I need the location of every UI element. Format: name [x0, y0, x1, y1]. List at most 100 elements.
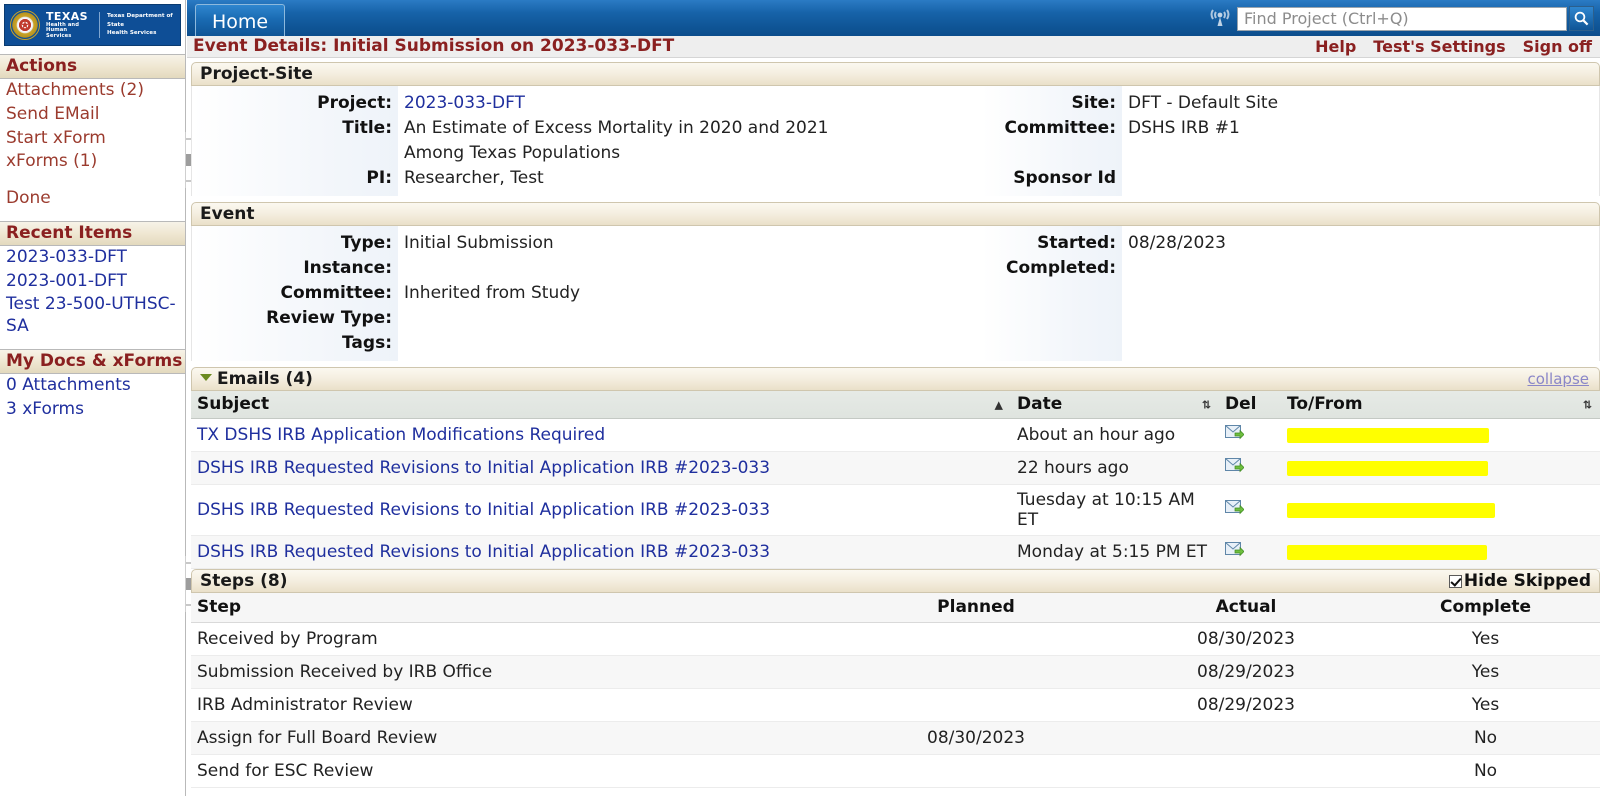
email-subject-link[interactable]: DSHS IRB Requested Revisions to Initial …	[197, 500, 770, 520]
sidebar-item-3-xforms[interactable]: 3 xForms	[0, 398, 185, 422]
emails-col-subject[interactable]: Subject ▲	[191, 391, 1011, 419]
email-subject-cell[interactable]: DSHS IRB Requested Revisions to Initial …	[191, 485, 1011, 536]
project-site-panel: Project-Site Project: Title: PI: 2023-03…	[191, 62, 1600, 196]
step-planned-cell	[831, 689, 1121, 722]
sidebar-item-start-xform[interactable]: Start xForm	[0, 127, 185, 151]
emails-col-tofrom-label: To/From	[1287, 394, 1363, 414]
steps-panel: Steps (8) Hide Skipped Step Planned Actu…	[191, 569, 1600, 788]
table-row[interactable]: DSHS IRB Requested Revisions to Initial …	[191, 452, 1600, 485]
steps-table-body: Received by Program 08/30/2023 Yes Submi…	[191, 623, 1600, 788]
event-body: Type: Instance: Committee: Review Type: …	[191, 226, 1600, 361]
table-row[interactable]: TX DSHS IRB Application Modifications Re…	[191, 419, 1600, 452]
email-subject-cell[interactable]: DSHS IRB Requested Revisions to Initial …	[191, 452, 1011, 485]
sidebar-item-xforms[interactable]: xForms (1)	[0, 150, 185, 174]
email-tofrom-cell	[1281, 452, 1600, 485]
event-heading: Event	[191, 202, 1600, 226]
table-row[interactable]: DSHS IRB Requested Revisions to Initial …	[191, 485, 1600, 536]
email-del-cell[interactable]	[1219, 485, 1281, 536]
project-value[interactable]: 2023-033-DFT	[404, 91, 982, 116]
project-site-left-column: Project: Title: PI: 2023-033-DFT An Esti…	[192, 86, 982, 196]
emails-panel: Emails (4) collapse Subject ▲ Date ⇅	[191, 367, 1600, 569]
event-panel: Event Type: Instance: Committee: Review …	[191, 202, 1600, 361]
envelope-delete-icon	[1225, 542, 1244, 557]
started-label: Started:	[982, 231, 1116, 256]
email-subject-cell[interactable]: DSHS IRB Requested Revisions to Initial …	[191, 536, 1011, 569]
envelope-delete-icon	[1225, 500, 1244, 515]
email-subject-link[interactable]: DSHS IRB Requested Revisions to Initial …	[197, 458, 770, 478]
started-value: 08/28/2023	[1128, 231, 1582, 256]
step-name-cell: Received by Program	[191, 623, 831, 656]
email-del-cell[interactable]	[1219, 452, 1281, 485]
step-name-cell: IRB Administrator Review	[191, 689, 831, 722]
steps-col-step[interactable]: Step	[191, 593, 831, 623]
hide-skipped-toggle[interactable]: Hide Skipped	[1449, 570, 1591, 592]
page-header-bar: Event Details: Initial Submission on 202…	[187, 36, 1600, 58]
search-button[interactable]	[1569, 6, 1594, 31]
email-del-cell[interactable]	[1219, 536, 1281, 569]
sidebar-recent-test-23-500-uthsc-sa[interactable]: Test 23-500-UTHSC-SA	[0, 293, 185, 339]
project-site-left-labels: Project: Title: PI:	[192, 86, 398, 196]
table-row[interactable]: Submission Received by IRB Office 08/29/…	[191, 656, 1600, 689]
step-name-cell: Submission Received by IRB Office	[191, 656, 831, 689]
sidebar-item-attachments[interactable]: Attachments (2)	[0, 79, 185, 103]
steps-col-actual[interactable]: Actual	[1121, 593, 1371, 623]
texas-seal-icon	[10, 10, 40, 40]
broadcast-icon	[1209, 7, 1231, 31]
table-row[interactable]: DSHS IRB Requested Revisions to Initial …	[191, 536, 1600, 569]
sidebar-recent-2023-001-dft[interactable]: 2023-001-DFT	[0, 270, 185, 294]
email-subject-cell[interactable]: TX DSHS IRB Application Modifications Re…	[191, 419, 1011, 452]
tab-home[interactable]: Home	[195, 4, 285, 36]
emails-col-date[interactable]: Date ⇅	[1011, 391, 1219, 419]
email-del-cell[interactable]	[1219, 419, 1281, 452]
sign-off-link[interactable]: Sign off	[1523, 36, 1592, 57]
event-right-labels: Started: Completed:	[982, 226, 1122, 361]
email-date-cell: About an hour ago	[1011, 419, 1219, 452]
sidebar-recent-2023-033-dft[interactable]: 2023-033-DFT	[0, 246, 185, 270]
emails-col-del-label: Del	[1225, 394, 1256, 414]
email-subject-link[interactable]: DSHS IRB Requested Revisions to Initial …	[197, 542, 770, 562]
email-subject-link[interactable]: TX DSHS IRB Application Modifications Re…	[197, 425, 605, 445]
project-site-heading: Project-Site	[191, 62, 1600, 86]
sponsor-id-value	[1128, 166, 1582, 191]
sidebar-item-0-attachments[interactable]: 0 Attachments	[0, 374, 185, 398]
checkbox-icon[interactable]	[1449, 575, 1462, 588]
sidebar-item-send-email[interactable]: Send EMail	[0, 103, 185, 127]
step-complete-cell: Yes	[1371, 623, 1600, 656]
step-name-cell: Assign for Full Board Review	[191, 722, 831, 755]
logo-divider	[99, 12, 100, 38]
logo-line2: Health and Human	[46, 23, 91, 34]
logo-right-line2: Health Services	[107, 29, 175, 37]
main-content: Project-Site Project: Title: PI: 2023-03…	[191, 62, 1600, 796]
steps-col-complete[interactable]: Complete	[1371, 593, 1600, 623]
instance-value	[404, 256, 982, 281]
review-type-label: Review Type:	[192, 306, 392, 331]
step-name-cell: Send for ESC Review	[191, 755, 831, 788]
event-committee-label: Committee:	[192, 281, 392, 306]
steps-col-planned[interactable]: Planned	[831, 593, 1121, 623]
step-planned-cell	[831, 656, 1121, 689]
type-value: Initial Submission	[404, 231, 982, 256]
help-link[interactable]: Help	[1315, 36, 1356, 57]
table-row[interactable]: Send for ESC Review No	[191, 755, 1600, 788]
step-complete-cell: Yes	[1371, 656, 1600, 689]
emails-col-del[interactable]: Del	[1219, 391, 1281, 419]
hide-skipped-label: Hide Skipped	[1464, 571, 1591, 591]
emails-collapse-link[interactable]: collapse	[1527, 369, 1589, 390]
steps-table: Step Planned Actual Complete Received by…	[191, 593, 1600, 788]
table-row[interactable]: Assign for Full Board Review 08/30/2023 …	[191, 722, 1600, 755]
project-site-left-values: 2023-033-DFT An Estimate of Excess Morta…	[398, 86, 982, 196]
tags-label: Tags:	[192, 331, 392, 356]
table-row[interactable]: Received by Program 08/30/2023 Yes	[191, 623, 1600, 656]
agency-logo: TEXAS Health and Human Services Texas De…	[4, 4, 181, 46]
triangle-down-icon[interactable]	[200, 374, 212, 381]
emails-col-tofrom[interactable]: To/From ⇅	[1281, 391, 1600, 419]
settings-link[interactable]: Test's Settings	[1373, 36, 1505, 57]
logo-right-line1: Texas Department of State	[107, 12, 175, 29]
redaction-mark	[1287, 545, 1487, 560]
table-row[interactable]: IRB Administrator Review 08/29/2023 Yes	[191, 689, 1600, 722]
emails-col-subject-label: Subject	[197, 394, 269, 414]
sidebar-item-done[interactable]: Done	[0, 187, 185, 211]
search-input[interactable]	[1237, 7, 1567, 31]
step-complete-cell: No	[1371, 722, 1600, 755]
logo-text-left: TEXAS Health and Human Services	[46, 11, 91, 39]
